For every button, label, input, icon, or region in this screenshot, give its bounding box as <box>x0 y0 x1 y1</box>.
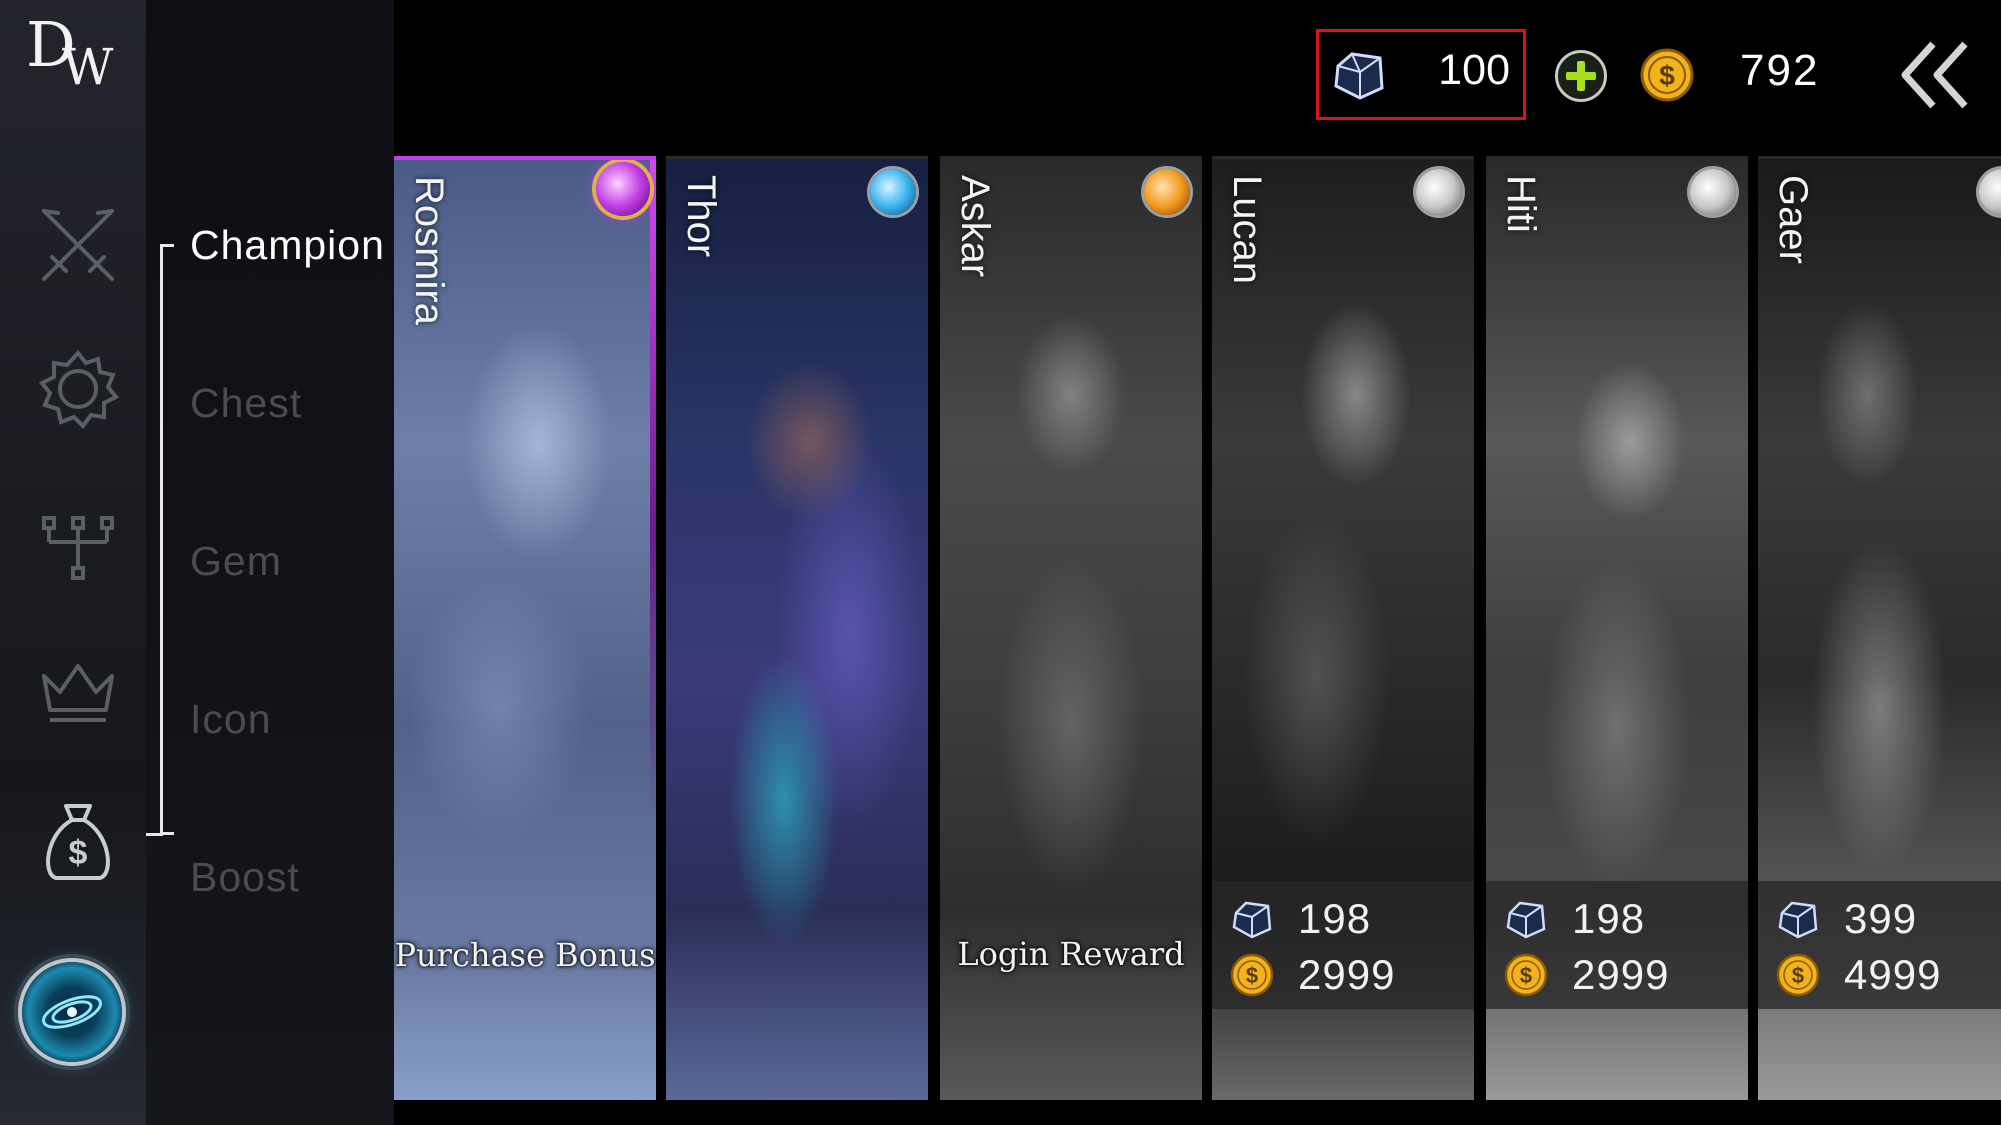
settings-gear-icon[interactable] <box>36 347 120 431</box>
price-panel: 399 $ 4999 <box>1758 881 2001 1009</box>
gem-price: 198 <box>1504 895 1645 943</box>
champion-name: Gaer <box>1771 175 1815 264</box>
price-panel: 198 $ 2999 <box>1212 881 1474 1009</box>
epic-rarity-gem-icon <box>596 162 650 216</box>
menu-bracket-top <box>160 244 174 247</box>
gem-price: 198 <box>1230 895 1371 943</box>
menu-bracket-bottom <box>146 833 163 836</box>
diamond-icon <box>1778 901 1818 939</box>
tree-hierarchy-icon[interactable] <box>36 510 120 594</box>
money-bag-icon[interactable]: $ <box>36 798 120 882</box>
svg-text:$: $ <box>69 834 88 872</box>
champion-card-rosmira[interactable]: Rosmira Purchase Bonus <box>394 156 656 1102</box>
coin-price: $ 2999 <box>1504 951 1669 999</box>
common-rarity-gem-icon <box>1690 169 1736 215</box>
game-logo: D W <box>26 14 126 104</box>
coin-price-value: 4999 <box>1844 951 1942 998</box>
back-button[interactable] <box>1895 30 1975 120</box>
menu-item-champion[interactable]: Champion <box>190 222 385 269</box>
gem-price-value: 198 <box>1572 895 1646 942</box>
category-menu: Champion Chest Gem Icon Boost <box>146 0 394 1125</box>
champion-card-askar[interactable]: Askar Login Reward <box>940 156 1202 1101</box>
icon-rail: D W $ <box>0 0 146 1125</box>
coin-balance: 792 <box>1740 46 1820 95</box>
menu-item-icon[interactable]: Icon <box>190 696 272 743</box>
champion-card-thor[interactable]: Thor <box>666 156 928 1101</box>
gem-price-value: 399 <box>1844 895 1918 942</box>
portal-orb-icon[interactable] <box>22 962 122 1062</box>
gem-price: 399 <box>1776 895 1917 943</box>
gold-coin-icon: $ <box>1776 953 1820 997</box>
champion-art <box>666 159 928 1101</box>
diamond-icon <box>1506 901 1546 939</box>
purchase-bonus-label: Purchase Bonus <box>394 936 656 974</box>
champion-card-gaer[interactable]: Gaer 399 $ 4999 <box>1758 156 2001 1101</box>
menu-bracket <box>160 245 174 835</box>
gold-coin-icon: $ <box>1230 953 1274 997</box>
menu-item-gem[interactable]: Gem <box>190 538 282 585</box>
crown-icon[interactable] <box>36 648 120 732</box>
champion-name: Rosmira <box>407 176 451 325</box>
gem-balance: 100 <box>1438 46 1510 94</box>
login-reward-label: Login Reward <box>957 935 1185 973</box>
crossed-swords-icon[interactable] <box>36 203 120 287</box>
svg-text:$: $ <box>1520 963 1532 988</box>
add-currency-button[interactable] <box>1555 50 1607 102</box>
legendary-rarity-gem-icon <box>1144 169 1190 215</box>
coin-price: $ 2999 <box>1230 951 1395 999</box>
champion-name: Askar <box>953 175 997 278</box>
plus-icon <box>1566 61 1596 91</box>
coin-price-value: 2999 <box>1298 951 1396 998</box>
svg-text:$: $ <box>1659 60 1675 91</box>
champion-name: Lucan <box>1225 175 1269 284</box>
double-chevron-left-icon <box>1901 41 1968 109</box>
svg-text:$: $ <box>1792 963 1804 988</box>
gold-coin-icon: $ <box>1504 953 1548 997</box>
gem-price-value: 198 <box>1298 895 1372 942</box>
bottom-edge <box>394 1100 2001 1125</box>
price-panel: 198 $ 2999 <box>1486 881 1748 1009</box>
common-rarity-gem-icon <box>1416 169 1462 215</box>
diamond-icon <box>1232 901 1272 939</box>
svg-text:$: $ <box>1246 963 1258 988</box>
rare-rarity-gem-icon <box>870 169 916 215</box>
coin-price-value: 2999 <box>1572 951 1670 998</box>
champion-name: Thor <box>679 175 723 258</box>
coin-price: $ 4999 <box>1776 951 1941 999</box>
champion-name: Hiti <box>1499 175 1543 233</box>
gold-coin-icon: $ <box>1640 48 1694 102</box>
diamond-icon <box>1334 52 1384 100</box>
champion-card-lucan[interactable]: Lucan 198 $ 2999 <box>1212 156 1474 1101</box>
logo-letter-w: W <box>62 38 114 96</box>
champion-card-hiti[interactable]: Hiti 198 $ 2999 <box>1486 156 1748 1101</box>
menu-item-boost[interactable]: Boost <box>190 854 300 901</box>
menu-item-chest[interactable]: Chest <box>190 380 302 427</box>
